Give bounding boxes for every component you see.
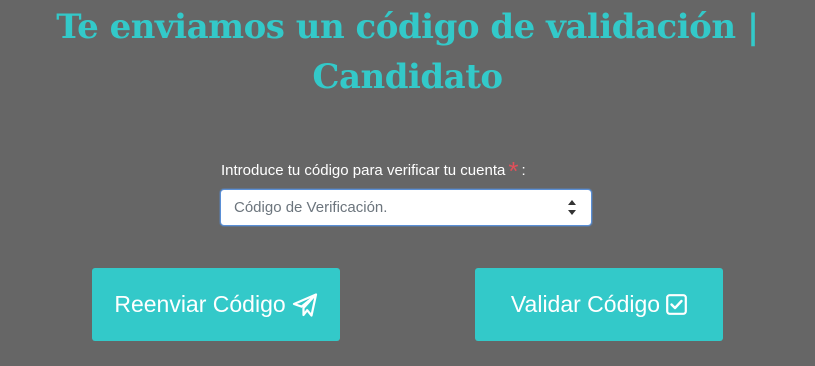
page-title-line2: Candidato <box>312 57 503 97</box>
page-title-line1: Te enviamos un código de validación | <box>56 7 759 47</box>
code-field-label-text: Introduce tu código para verificar tu cu… <box>221 162 506 179</box>
resend-code-button[interactable]: Reenviar Código <box>92 268 340 341</box>
spinner-down-icon[interactable] <box>568 210 576 215</box>
code-field-label: Introduce tu código para verificar tu cu… <box>221 158 526 184</box>
check-square-icon <box>666 294 687 315</box>
verification-code-input[interactable] <box>221 190 561 225</box>
label-colon: : <box>521 162 526 179</box>
code-input-wrapper <box>220 189 592 226</box>
paper-plane-icon <box>292 292 318 317</box>
spinner-up-icon[interactable] <box>568 200 576 205</box>
page-title: Te enviamos un código de validación | Ca… <box>0 2 815 102</box>
validate-code-button[interactable]: Validar Código <box>475 268 723 341</box>
required-indicator: * <box>508 156 519 186</box>
validate-code-label: Validar Código <box>510 291 661 317</box>
number-spinner[interactable] <box>568 199 577 216</box>
resend-code-label: Reenviar Código <box>114 291 286 317</box>
